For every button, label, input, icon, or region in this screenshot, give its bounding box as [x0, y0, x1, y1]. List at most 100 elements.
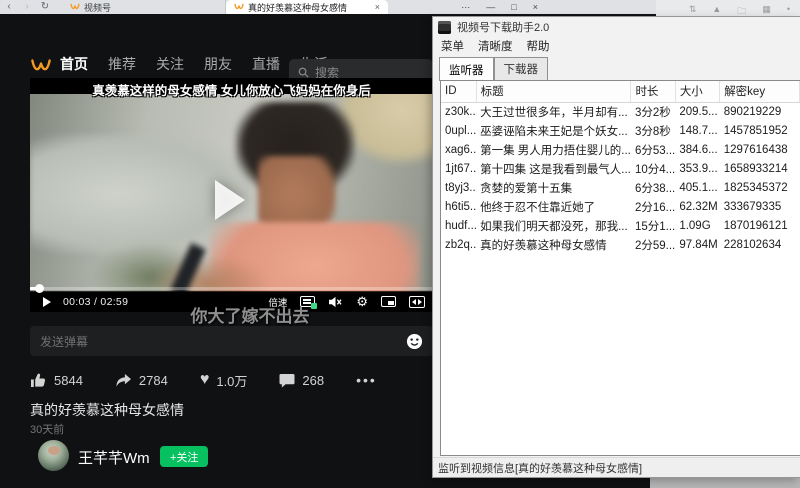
table-cell[interactable]: xag6...	[441, 140, 476, 159]
forward-icon[interactable]: ›	[18, 0, 36, 14]
table-cell[interactable]: 148.7...	[675, 121, 719, 140]
table-cell[interactable]: 1297616438	[720, 140, 799, 159]
progress-bar[interactable]	[30, 284, 433, 293]
nav-item-follow[interactable]: 关注	[156, 54, 184, 74]
play-overlay-icon[interactable]	[215, 180, 245, 220]
menu-item-menu[interactable]: 菜单	[441, 38, 464, 54]
table-row[interactable]: t8yj3... 贪婪的爱第十五集 6分38... 405.1... 182534537…	[441, 178, 800, 197]
table-cell[interactable]: 如果我们明天都没死，那我...	[476, 216, 631, 235]
nav-item-friends[interactable]: 朋友	[204, 54, 232, 74]
table-cell[interactable]: zb2q...	[441, 235, 476, 254]
heart-icon: ♥	[199, 371, 210, 388]
heart-button[interactable]: ♥ 1.0万	[200, 371, 248, 390]
table-cell[interactable]: z30k...	[441, 102, 476, 121]
table-cell[interactable]: 他终于忍不住靠近她了	[476, 197, 631, 216]
listener-table[interactable]: ID 标题 时长 大小 解密key 路 z30k...大王过世很多年，半月却有.…	[440, 80, 800, 456]
share-button[interactable]: 2784	[115, 373, 168, 388]
col-duration[interactable]: 时长	[630, 81, 676, 103]
table-cell[interactable]: 2分59...	[631, 235, 675, 254]
table-cell[interactable]: 10分4...	[631, 159, 675, 178]
downloader-titlebar[interactable]: 视频号下载助手2.0	[433, 17, 800, 37]
reload-icon[interactable]: ↻	[36, 0, 54, 14]
table-row[interactable]: zb2q... 真的好羡慕这种母女感情 2分59... 97.84M 228102634	[441, 235, 800, 254]
like-button[interactable]: 5844	[30, 372, 83, 388]
nav-item-live[interactable]: 直播	[252, 54, 280, 74]
table-cell[interactable]: 15分1...	[631, 216, 675, 235]
col-size[interactable]: 大小	[675, 81, 721, 103]
downloader-window: 视频号下载助手2.0 菜单 清晰度 帮助 监听器 下载器 ID 标题 时长 大小…	[432, 16, 800, 478]
menu-item-help[interactable]: 帮助	[527, 38, 550, 54]
play-icon[interactable]	[43, 296, 51, 307]
table-row[interactable]: xag6... 第一集 男人用力捂住婴儿的... 6分53... 384.6... 12…	[441, 140, 800, 159]
table-cell[interactable]: 3分2秒	[631, 102, 675, 121]
table-cell[interactable]: 1457851952	[720, 121, 799, 140]
pip-icon[interactable]	[381, 296, 396, 307]
table-row[interactable]: hudf... 如果我们明天都没死，那我... 15分1... 1.09G 187019…	[441, 216, 800, 235]
table-row[interactable]: 1jt67... 第十四集 这是我看到最气人... 10分4... 353.9... 1…	[441, 159, 800, 178]
table-cell[interactable]: 97.84M	[675, 235, 719, 254]
minimize-icon[interactable]: —	[486, 2, 495, 12]
nav-item-home[interactable]: 首页	[60, 54, 88, 74]
table-cell[interactable]: 353.9...	[675, 159, 719, 178]
time-display: 00:03 / 02:59	[63, 295, 129, 308]
comment-button[interactable]: 268	[279, 373, 324, 388]
tab-close-icon[interactable]: ×	[375, 2, 380, 12]
col-key[interactable]: 解密key	[719, 81, 800, 103]
table-cell[interactable]: 62.32M	[675, 197, 719, 216]
table-cell[interactable]: 1870196121	[720, 216, 799, 235]
table-cell[interactable]: 384.6...	[675, 140, 719, 159]
emoji-icon[interactable]	[406, 333, 423, 350]
table-cell[interactable]: 真的好羡慕这种母女感情	[476, 235, 631, 254]
table-cell[interactable]: t8yj3...	[441, 178, 476, 197]
table-cell[interactable]: 第一集 男人用力捂住婴儿的...	[476, 140, 631, 159]
author-avatar[interactable]	[38, 440, 69, 471]
table-cell[interactable]: 228102634	[720, 235, 799, 254]
downloader-menubar: 菜单 清晰度 帮助	[433, 37, 800, 55]
playhead[interactable]	[34, 284, 44, 293]
table-cell[interactable]: 1825345372	[720, 178, 799, 197]
table-cell[interactable]: 0upl...	[441, 121, 476, 140]
table-row[interactable]: 0upl... 巫婆诬陷未来王妃是个妖女... 3分8秒 148.7... 145785…	[441, 121, 800, 140]
author-name[interactable]: 王芊芊Wm	[78, 447, 150, 468]
follow-button[interactable]: +关注	[160, 446, 209, 467]
table-cell[interactable]: 6分53...	[631, 140, 675, 159]
video-player[interactable]: 真羡慕这样的母女感情 女儿你放心飞妈妈在你身后 00:03 / 02:59 倍速…	[30, 78, 433, 312]
table-cell[interactable]: 第十四集 这是我看到最气人...	[476, 159, 631, 178]
table-cell[interactable]: 6分38...	[631, 178, 675, 197]
table-cell[interactable]: 2分16...	[631, 197, 675, 216]
table-cell[interactable]: 890219229	[720, 102, 799, 121]
browser-window-controls: ⋯ — □ ×	[461, 0, 538, 14]
nav-item-recommend[interactable]: 推荐	[108, 54, 136, 74]
col-id[interactable]: ID	[441, 81, 477, 103]
close-icon[interactable]: ×	[533, 2, 538, 12]
table-cell[interactable]: 大王过世很多年，半月却有...	[476, 102, 631, 121]
table-row[interactable]: h6ti5... 他终于忍不住靠近她了 2分16... 62.32M 333679335	[441, 197, 800, 216]
danmaku-input[interactable]: 发送弹幕	[30, 326, 433, 356]
table-cell[interactable]: 3分8秒	[631, 121, 675, 140]
widescreen-icon[interactable]	[409, 295, 425, 308]
tab-title: 真的好羡慕这种母女感情	[248, 2, 348, 13]
menu-icon[interactable]: ⋯	[461, 2, 470, 13]
tab-downloader[interactable]: 下载器	[493, 57, 548, 80]
table-cell[interactable]: 1jt67...	[441, 159, 476, 178]
col-title[interactable]: 标题	[476, 81, 632, 103]
tab-listener[interactable]: 监听器	[439, 57, 494, 81]
channels-favicon	[70, 3, 80, 10]
table-cell[interactable]: 209.5...	[675, 102, 719, 121]
browser-tab-video[interactable]: 真的好羡慕这种母女感情 ×	[226, 0, 388, 14]
table-cell[interactable]: 333679335	[720, 197, 799, 216]
table-cell[interactable]: 1.09G	[675, 216, 719, 235]
back-icon[interactable]: ‹	[0, 0, 18, 14]
table-cell[interactable]: h6ti5...	[441, 197, 476, 216]
browser-tab-channels[interactable]: 视频号	[62, 0, 226, 14]
menu-item-quality[interactable]: 清晰度	[478, 38, 513, 54]
more-button[interactable]: •••	[356, 372, 377, 388]
table-cell[interactable]: 巫婆诬陷未来王妃是个妖女...	[476, 121, 631, 140]
table-cell[interactable]: 贪婪的爱第十五集	[476, 178, 631, 197]
table-cell[interactable]: 405.1...	[675, 178, 719, 197]
table-cell[interactable]: hudf...	[441, 216, 476, 235]
table-cell[interactable]: 1658933214	[720, 159, 799, 178]
share-count: 2784	[138, 372, 168, 388]
table-row[interactable]: z30k... 大王过世很多年，半月却有... 3分2秒 209.5... 890219…	[441, 102, 800, 121]
maximize-icon[interactable]: □	[511, 2, 516, 12]
